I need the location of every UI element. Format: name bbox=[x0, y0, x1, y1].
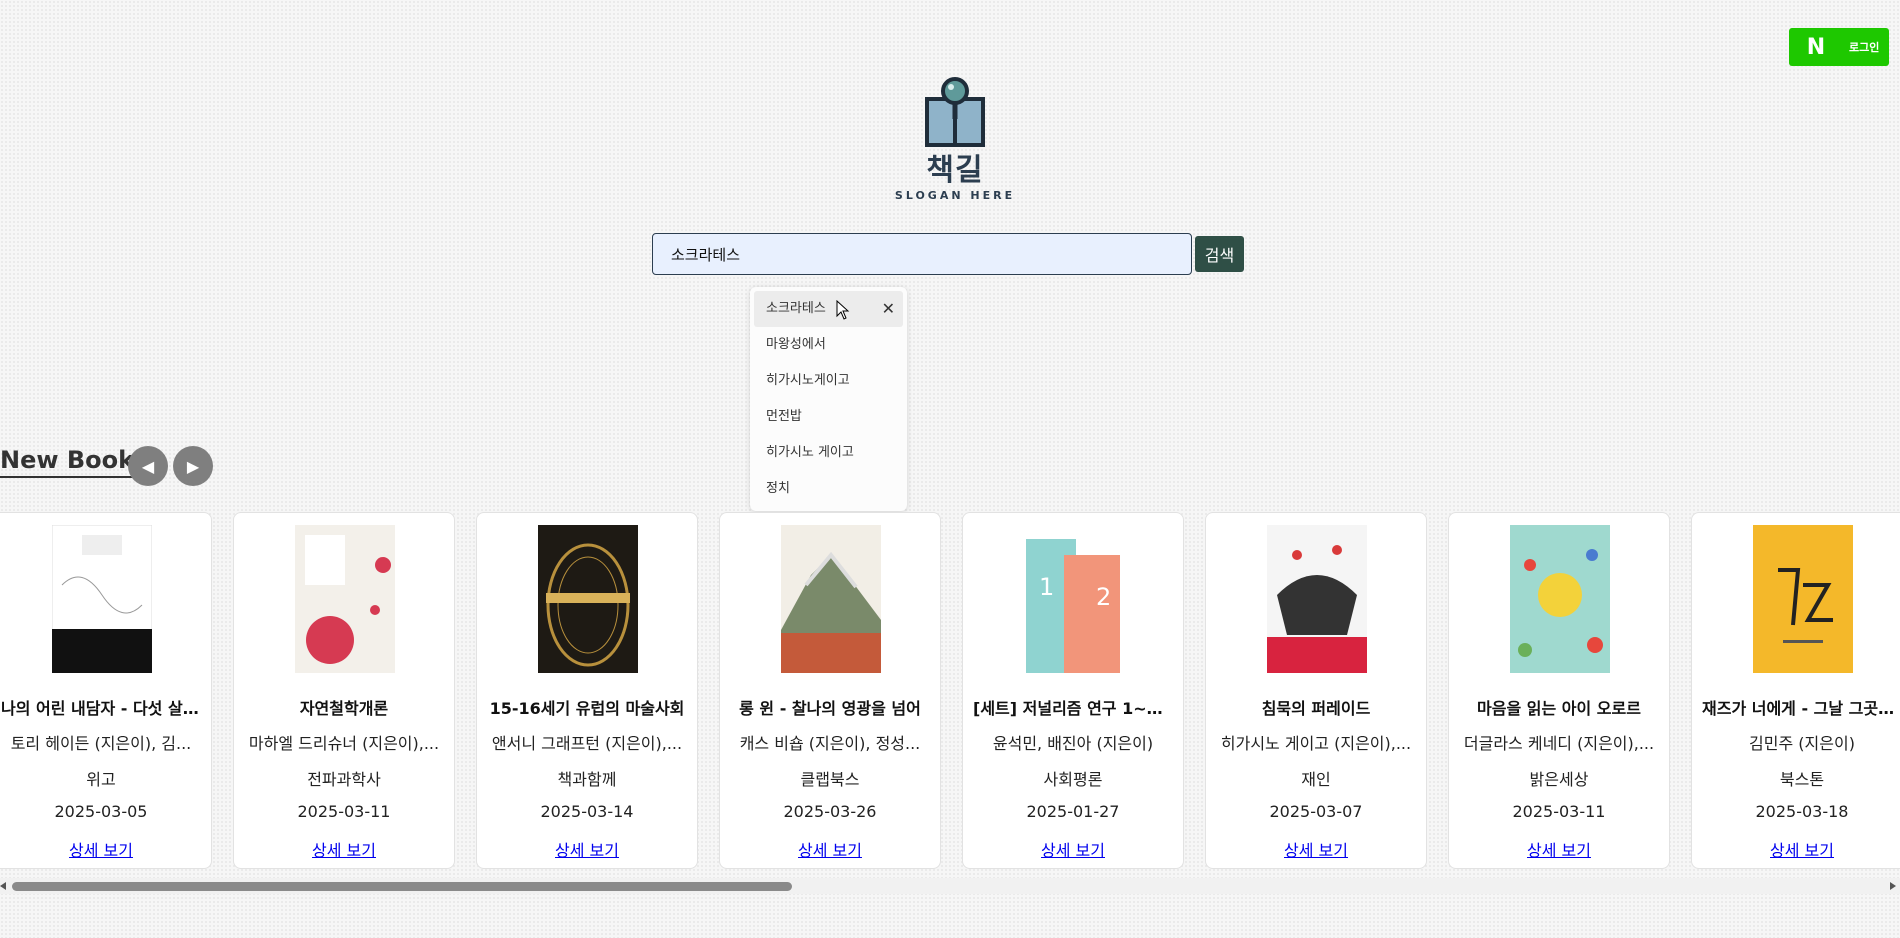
book-author: 캐스 비숍 (지은이), 정성... bbox=[739, 734, 921, 753]
book-title: 15-16세기 유럽의 마술사회 bbox=[489, 699, 685, 718]
book-publisher: 책과함께 bbox=[557, 770, 617, 789]
book-publisher: 클랩북스 bbox=[800, 770, 860, 789]
new-books-section-header: New Books bbox=[0, 446, 149, 478]
remove-suggestion-icon[interactable]: ✕ bbox=[882, 291, 895, 327]
scroll-left-arrow-icon[interactable] bbox=[0, 882, 6, 890]
book-detail-link[interactable]: 상세 보기 bbox=[730, 837, 930, 861]
search-suggestions-dropdown: 소크라테스 ✕ 마왕성에서 히가시노게이고 먼전밥 히가시노 게이고 정치 bbox=[750, 287, 907, 511]
book-author: 히가시노 게이고 (지은이),... bbox=[1220, 734, 1412, 753]
book-card: 침묵의 퍼레이드 히가시노 게이고 (지은이),... 재인 2025-03-0… bbox=[1205, 512, 1427, 869]
naver-login-button[interactable]: N 로그인 bbox=[1789, 28, 1889, 66]
login-label: 로그인 bbox=[1849, 41, 1880, 54]
book-date: 2025-03-18 bbox=[1755, 802, 1849, 821]
book-date: 2025-03-26 bbox=[783, 802, 877, 821]
book-cover-image bbox=[295, 525, 395, 673]
mouse-cursor-icon bbox=[836, 300, 850, 320]
naver-logo-icon: N bbox=[1806, 34, 1826, 60]
search-input[interactable] bbox=[652, 233, 1192, 275]
logo-slogan: SLOGAN HERE bbox=[894, 189, 1016, 202]
suggestion-item[interactable]: 정치 bbox=[754, 471, 903, 507]
new-books-carousel: 나의 어린 내담자 - 다섯 살 상처받은 아이의 이야기 토리 헤이든 (지은… bbox=[0, 512, 1900, 872]
book-title: 롱 윈 - 찰나의 영광을 넘어 bbox=[739, 699, 921, 718]
book-cover-image bbox=[1510, 525, 1610, 673]
book-cover-image bbox=[781, 525, 881, 673]
book-cover-image bbox=[52, 525, 152, 673]
book-search-logo-icon bbox=[925, 77, 985, 147]
suggestion-item[interactable]: 히가시노 게이고 bbox=[754, 435, 903, 471]
suggestion-label: 소크라테스 bbox=[766, 301, 826, 316]
suggestion-item[interactable]: 마왕성에서 bbox=[754, 327, 903, 363]
book-publisher: 재인 bbox=[1301, 770, 1331, 789]
book-author: 마하엘 드리슈너 (지은이),... bbox=[248, 734, 440, 753]
suggestion-label: 먼전밥 bbox=[766, 409, 802, 424]
suggestion-label: 마왕성에서 bbox=[766, 337, 826, 352]
scroll-right-arrow-icon[interactable] bbox=[1890, 882, 1896, 890]
book-card: 마음을 읽는 아이 오로르 더글라스 케네디 (지은이),... 밝은세상 20… bbox=[1448, 512, 1670, 869]
book-detail-link[interactable]: 상세 보기 bbox=[244, 837, 444, 861]
book-cover-image bbox=[1753, 525, 1853, 673]
book-publisher: 위고 bbox=[86, 770, 116, 789]
book-detail-link[interactable]: 상세 보기 bbox=[1, 837, 201, 861]
book-detail-link[interactable]: 상세 보기 bbox=[1702, 837, 1900, 861]
book-author: 더글라스 케네디 (지은이),... bbox=[1463, 734, 1655, 753]
book-detail-link[interactable]: 상세 보기 bbox=[1459, 837, 1659, 861]
svg-text:2: 2 bbox=[1096, 583, 1111, 611]
book-author: 토리 헤이든 (지은이), 김... bbox=[10, 734, 192, 753]
book-date: 2025-03-14 bbox=[540, 802, 634, 821]
book-title: 마음을 읽는 아이 오로르 bbox=[1477, 699, 1641, 718]
book-title: 자연철학개론 bbox=[299, 699, 389, 718]
book-title: 나의 어린 내담자 - 다섯 살 상처받은 아이의 이야기 bbox=[1, 699, 201, 718]
book-card: 1 2 [세트] 저널리즘 연구 1~2 세트 윤석민, 배진아 (지은이) 사… bbox=[962, 512, 1184, 869]
suggestion-item[interactable]: 히가시노게이고 bbox=[754, 363, 903, 399]
suggestion-label: 히가시노게이고 bbox=[766, 373, 850, 388]
book-publisher: 밝은세상 bbox=[1529, 770, 1589, 789]
book-author: 앤서니 그래프턴 (지은이),... bbox=[491, 734, 683, 753]
book-title: [세트] 저널리즘 연구 1~2 세트 bbox=[973, 699, 1173, 718]
book-card: 재즈가 너에게 - 그날 그곳의 재즈 김민주 (지은이) 북스톤 2025-0… bbox=[1691, 512, 1900, 869]
book-card: 15-16세기 유럽의 마술사회 앤서니 그래프턴 (지은이),... 책과함께… bbox=[476, 512, 698, 869]
book-cover-image bbox=[1267, 525, 1367, 673]
book-publisher: 사회평론 bbox=[1043, 770, 1103, 789]
book-title: 재즈가 너에게 - 그날 그곳의 재즈 bbox=[1702, 699, 1900, 718]
book-card: 자연철학개론 마하엘 드리슈너 (지은이),... 전파과학사 2025-03-… bbox=[233, 512, 455, 869]
book-author: 윤석민, 배진아 (지은이) bbox=[992, 734, 1154, 753]
book-card: 롱 윈 - 찰나의 영광을 넘어 캐스 비숍 (지은이), 정성... 클랩북스… bbox=[719, 512, 941, 869]
carousel-next-button[interactable]: ▶ bbox=[173, 446, 213, 486]
book-detail-link[interactable]: 상세 보기 bbox=[973, 837, 1173, 861]
book-date: 2025-03-05 bbox=[54, 802, 148, 821]
carousel-scrollbar[interactable] bbox=[0, 878, 1900, 894]
book-title: 침묵의 퍼레이드 bbox=[1261, 699, 1371, 718]
book-author: 김민주 (지은이) bbox=[1749, 734, 1855, 753]
new-books-heading: New Books bbox=[0, 446, 149, 478]
scrollbar-thumb[interactable] bbox=[12, 882, 792, 891]
book-cover-image: 1 2 bbox=[1024, 525, 1124, 673]
suggestion-item[interactable]: 소크라테스 ✕ bbox=[754, 291, 903, 327]
suggestion-label: 히가시노 게이고 bbox=[766, 445, 854, 460]
book-publisher: 전파과학사 bbox=[307, 770, 381, 789]
carousel-prev-button[interactable]: ◀ bbox=[128, 446, 168, 486]
book-detail-link[interactable]: 상세 보기 bbox=[1216, 837, 1416, 861]
logo-title: 책길 bbox=[926, 153, 984, 188]
book-date: 2025-03-11 bbox=[1512, 802, 1606, 821]
svg-text:1: 1 bbox=[1039, 573, 1054, 601]
book-date: 2025-01-27 bbox=[1026, 802, 1120, 821]
book-card: 나의 어린 내담자 - 다섯 살 상처받은 아이의 이야기 토리 헤이든 (지은… bbox=[0, 512, 212, 869]
suggestion-label: 정치 bbox=[766, 481, 790, 496]
suggestion-item[interactable]: 먼전밥 bbox=[754, 399, 903, 435]
book-date: 2025-03-07 bbox=[1269, 802, 1363, 821]
search-button[interactable]: 검색 bbox=[1195, 236, 1244, 272]
site-logo: 책길 SLOGAN HERE bbox=[885, 75, 1025, 202]
book-date: 2025-03-11 bbox=[297, 802, 391, 821]
book-publisher: 북스톤 bbox=[1779, 770, 1825, 789]
book-cover-image bbox=[538, 525, 638, 673]
book-detail-link[interactable]: 상세 보기 bbox=[487, 837, 687, 861]
